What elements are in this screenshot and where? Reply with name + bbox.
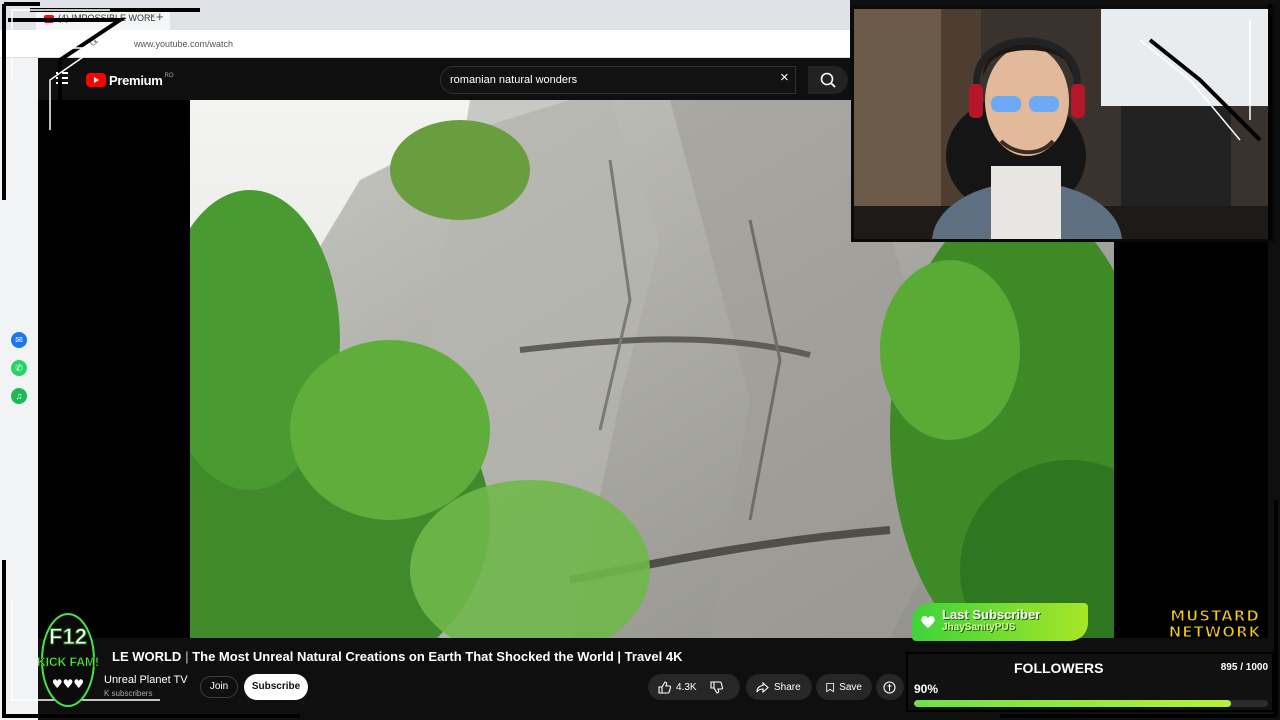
followers-percent: 90% xyxy=(914,682,939,696)
kick-fam-badge: F12 KICK FAM! ♥♥♥ xyxy=(38,608,110,708)
followers-count: 895 / 1000 xyxy=(1220,662,1268,673)
kick-fam-logo: F12 KICK FAM! ♥♥♥ xyxy=(38,613,99,707)
network-line1: MUSTARD xyxy=(1170,607,1260,625)
badge-hearts-icon: ♥♥♥ xyxy=(52,677,84,691)
last-subscriber-widget: Last Subscriber JhaySanityPUS xyxy=(912,603,1088,641)
followers-progress-fill xyxy=(914,700,1231,707)
stream-screen: (4) IMPOSSIBLE WORL × + ⟳ www.youtube.co… xyxy=(0,0,1280,720)
badge-line2: KICK FAM! xyxy=(38,655,99,669)
followers-label: FOLLOWERS xyxy=(1014,660,1104,676)
followers-goal-widget: FOLLOWERS 895 / 1000 90% xyxy=(906,652,1274,712)
network-line2: NETWORK xyxy=(1168,623,1262,641)
mustard-network-logo: MUSTARD NETWORK xyxy=(1156,608,1274,644)
badge-line1: F12 xyxy=(49,624,87,649)
last-subscriber-name: JhaySanityPUS xyxy=(942,622,1016,633)
last-subscriber-heading: Last Subscriber xyxy=(942,607,1041,622)
followers-progress-track xyxy=(914,700,1268,707)
heart-icon xyxy=(921,616,935,628)
stream-frame-overlay xyxy=(2,2,1278,718)
